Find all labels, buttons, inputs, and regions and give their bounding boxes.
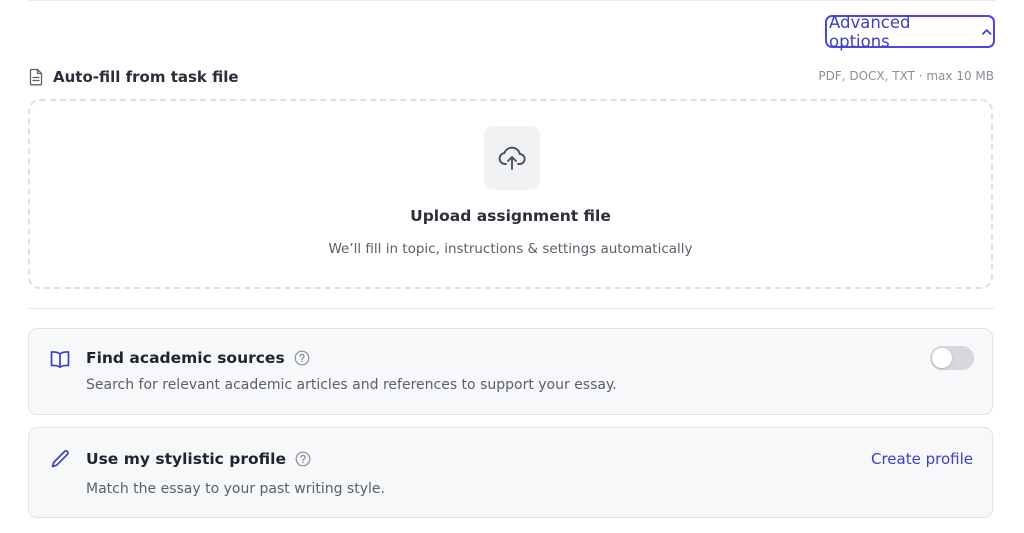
upload-subtitle: We’ll fill in topic, instructions & sett… <box>328 241 693 257</box>
upload-title: Upload assignment file <box>410 207 611 225</box>
section-divider <box>28 308 994 309</box>
chevron-up-icon <box>981 28 991 35</box>
help-icon[interactable] <box>294 350 310 366</box>
stylistic-profile-description: Match the essay to your past writing sty… <box>86 481 385 497</box>
autofill-title: Auto-fill from task file <box>53 68 239 86</box>
help-icon[interactable] <box>295 451 311 467</box>
academic-sources-title: Find academic sources <box>86 349 285 367</box>
stylistic-profile-card: Use my stylistic profile Match the essay… <box>28 427 993 518</box>
upload-dropzone[interactable]: Upload assignment file We’ll fill in top… <box>28 99 993 289</box>
top-divider <box>28 0 996 1</box>
academic-sources-description: Search for relevant academic articles an… <box>86 377 617 393</box>
toggle-knob <box>932 348 952 368</box>
document-icon <box>29 68 43 86</box>
stylistic-profile-title-row: Use my stylistic profile <box>86 450 311 468</box>
pencil-icon <box>51 450 69 468</box>
advanced-options-button[interactable]: Advanced options <box>825 12 995 51</box>
file-format-hint: PDF, DOCX, TXT · max 10 MB <box>818 69 994 83</box>
academic-sources-toggle[interactable] <box>930 346 974 370</box>
stylistic-profile-title: Use my stylistic profile <box>86 450 286 468</box>
academic-sources-title-row: Find academic sources <box>86 349 310 367</box>
cloud-upload-icon <box>498 146 526 170</box>
academic-sources-card: Find academic sources Search for relevan… <box>28 328 993 415</box>
upload-icon-tile <box>484 126 540 190</box>
book-open-icon <box>50 351 70 369</box>
autofill-header: Auto-fill from task file PDF, DOCX, TXT … <box>28 66 994 88</box>
advanced-options-label: Advanced options <box>829 12 911 51</box>
create-profile-link[interactable]: Create profile <box>871 450 973 468</box>
